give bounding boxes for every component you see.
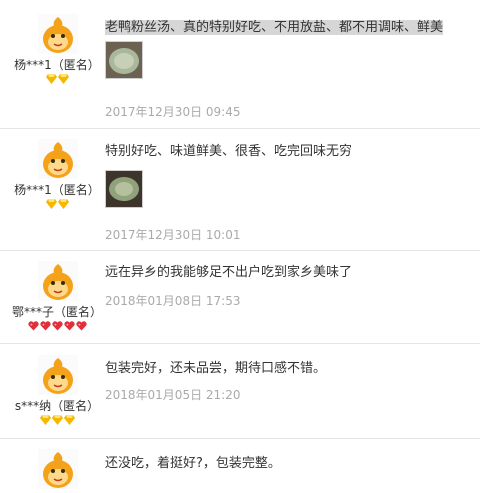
review-item: 还没吃，着挺好?，包装完整。 <box>0 439 480 489</box>
review-text: 特别好吃、味道鲜美、很香、吃完回味无穷 <box>105 144 353 159</box>
review-text: 老鸭粉丝汤、真的特别好吃、不用放盐、都不用调味、鲜美 <box>105 20 444 35</box>
avatar[interactable] <box>38 139 78 179</box>
gold-diamond-icon <box>40 415 51 425</box>
avatar[interactable] <box>38 449 78 489</box>
avatar[interactable] <box>38 355 78 395</box>
review-date: 2018年01月08日 17:53 <box>105 294 241 308</box>
reviewer-name: s***纳（匿名） <box>14 399 100 413</box>
member-level-badges <box>46 74 69 86</box>
orange-mascot-icon <box>38 139 78 179</box>
review-item: s***纳（匿名） 包装完好，还未品尝，期待口感不错。 2018年01月05日 … <box>0 344 480 438</box>
soup-photo-icon <box>106 171 142 207</box>
review-item: 鄂***子（匿名） 远在异乡的我能够足不出户吃到家乡美味了 2018年01月08… <box>0 251 480 343</box>
avatar[interactable] <box>38 14 78 54</box>
review-text: 还没吃，着挺好?，包装完整。 <box>105 456 281 471</box>
reviewer-name: 鄂***子（匿名） <box>11 305 102 319</box>
gold-diamond-icon <box>52 415 63 425</box>
review-text: 包装完好，还未品尝，期待口感不错。 <box>105 361 327 376</box>
red-heart-icon <box>40 321 51 331</box>
review-date: 2017年12月30日 09:45 <box>105 105 241 119</box>
reviewer-name: 杨***1（匿名） <box>14 183 100 197</box>
gold-diamond-icon <box>46 199 57 209</box>
review-text: 远在异乡的我能够足不出户吃到家乡美味了 <box>105 265 353 280</box>
review-photo-thumbnail[interactable] <box>105 170 143 208</box>
review-date: 2018年01月05日 21:20 <box>105 388 241 402</box>
orange-mascot-icon <box>38 261 78 301</box>
avatar[interactable] <box>38 261 78 301</box>
gold-diamond-icon <box>58 199 69 209</box>
gold-diamond-icon <box>46 74 57 84</box>
orange-mascot-icon <box>38 14 78 54</box>
member-level-badges <box>28 321 87 333</box>
red-heart-icon <box>76 321 87 331</box>
soup-photo-icon <box>106 42 142 78</box>
orange-mascot-icon <box>38 449 78 489</box>
review-photo-thumbnail[interactable] <box>105 41 143 79</box>
orange-mascot-icon <box>38 355 78 395</box>
red-heart-icon <box>28 321 39 331</box>
red-heart-icon <box>64 321 75 331</box>
gold-diamond-icon <box>58 74 69 84</box>
red-heart-icon <box>52 321 63 331</box>
gold-diamond-icon <box>64 415 75 425</box>
review-item: 杨***1（匿名） 特别好吃、味道鲜美、很香、吃完回味无穷 2017年12月30… <box>0 129 480 250</box>
review-date: 2017年12月30日 10:01 <box>105 228 241 242</box>
review-item: 杨***1（匿名） 老鸭粉丝汤、真的特别好吃、不用放盐、都不用调味、鲜美 201… <box>0 0 480 128</box>
member-level-badges <box>46 199 69 211</box>
reviewer-name: 杨***1（匿名） <box>14 58 100 72</box>
member-level-badges <box>40 415 75 427</box>
